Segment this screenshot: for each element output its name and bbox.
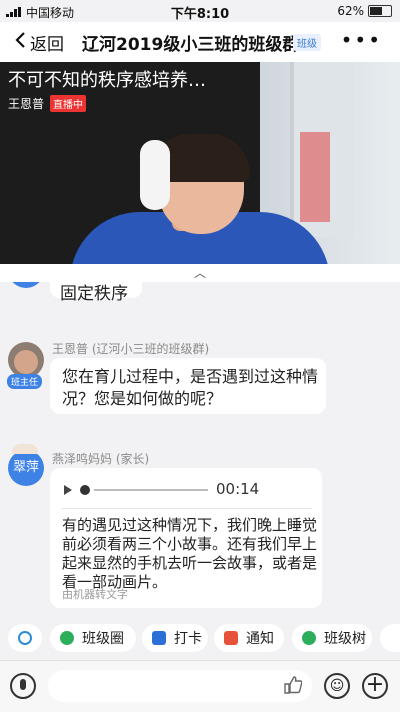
avatar[interactable]: 翠萍 bbox=[8, 450, 44, 486]
message-text: 固定秩序 bbox=[60, 284, 128, 304]
sender-name: 燕泽鸣妈妈 (家长) bbox=[52, 452, 150, 466]
input-bar: ☺ + bbox=[0, 660, 400, 712]
more-actions-button[interactable] bbox=[380, 624, 400, 652]
chat-list[interactable]: 固定秩序 班主任 王恩普 (辽河小三班的班级群) 您在育儿过程中，是否遇到过这种… bbox=[0, 282, 400, 620]
audio-progress-handle[interactable] bbox=[80, 485, 90, 495]
headset-icon bbox=[18, 631, 32, 645]
class-tree-button[interactable]: 班级树 bbox=[292, 624, 372, 652]
avatar[interactable] bbox=[8, 282, 44, 288]
cat-ears-icon bbox=[12, 444, 38, 454]
role-badge: 班主任 bbox=[7, 374, 43, 389]
message-input[interactable] bbox=[48, 670, 312, 702]
back-button[interactable]: 返回 bbox=[14, 30, 64, 55]
play-icon[interactable] bbox=[64, 485, 72, 495]
live-title: 不可不知的秩序感培养… bbox=[8, 70, 206, 91]
presenter-headphones bbox=[140, 140, 170, 210]
message-text: 您在育儿过程中，是否遇到过这种情况？您是如何做的呢？ bbox=[62, 367, 319, 408]
quick-action-label: 通知 bbox=[246, 631, 274, 647]
checkin-icon bbox=[152, 631, 166, 645]
chevron-up-icon: ︿ bbox=[193, 266, 206, 280]
video-shelf bbox=[300, 132, 330, 222]
class-badge: 班级 bbox=[293, 34, 321, 51]
thumbs-up-icon[interactable] bbox=[282, 675, 303, 700]
status-bar: 中国移动 下午8:10 62% bbox=[0, 0, 400, 22]
transcript-text: 有的遇见过这种情况下，我们晚上睡觉前必须看两三个小故事。还有我们早上起来显然的手… bbox=[62, 516, 318, 591]
battery-percent: 62% bbox=[337, 4, 364, 18]
more-options-button[interactable]: ••• bbox=[341, 28, 382, 52]
divider bbox=[62, 508, 312, 509]
chevron-left-icon bbox=[14, 31, 26, 54]
quick-action-label: 打卡 bbox=[174, 631, 202, 647]
host-name: 王恩普 bbox=[8, 97, 45, 111]
live-video-player[interactable]: 不可不知的秩序感培养… 王恩普 直播中 ⤢ bbox=[0, 62, 400, 264]
class-circle-button[interactable]: 班级圈 bbox=[50, 624, 136, 652]
sender-name: 王恩普 (辽河小三班的班级群) bbox=[52, 342, 210, 356]
audio-duration: 00:14 bbox=[216, 480, 260, 498]
emoji-icon[interactable]: ☺ bbox=[324, 673, 350, 699]
megaphone-icon bbox=[224, 631, 238, 645]
microphone-icon[interactable] bbox=[10, 673, 36, 699]
audio-progress-track[interactable] bbox=[94, 489, 208, 491]
headset-button[interactable] bbox=[8, 624, 42, 652]
avatar[interactable] bbox=[8, 342, 44, 378]
quick-action-bar: 班级圈 打卡 通知 班级树 bbox=[0, 620, 400, 660]
tree-icon bbox=[302, 631, 316, 645]
notice-button[interactable]: 通知 bbox=[214, 624, 284, 652]
checkin-button[interactable]: 打卡 bbox=[142, 624, 208, 652]
live-badge: 直播中 bbox=[50, 95, 86, 112]
collapse-video-button[interactable]: ︿ bbox=[0, 264, 400, 282]
back-label: 返回 bbox=[30, 35, 64, 55]
add-icon[interactable]: + bbox=[362, 673, 388, 699]
quick-action-label: 班级圈 bbox=[82, 631, 124, 647]
page-title: 辽河2019级小三班的班级群 bbox=[82, 35, 300, 55]
transcript-note: 由机器转文字 bbox=[62, 588, 128, 601]
navigation-bar: 返回 辽河2019级小三班的班级群 班级 ••• bbox=[0, 22, 400, 62]
quick-action-label: 班级树 bbox=[324, 631, 366, 647]
circle-icon bbox=[60, 631, 74, 645]
battery-icon bbox=[368, 5, 392, 17]
